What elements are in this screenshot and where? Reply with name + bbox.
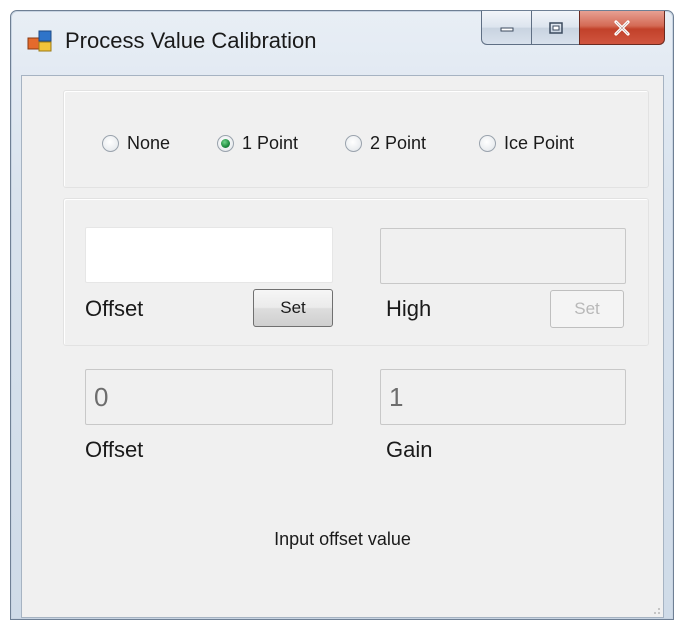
radio-1-point-indicator — [217, 135, 234, 152]
high-entry-input[interactable] — [380, 228, 626, 284]
offset-entry-label: Offset — [85, 296, 144, 321]
offset-entry-input[interactable] — [85, 227, 333, 283]
maximize-button[interactable] — [531, 11, 579, 45]
set-high-button[interactable]: Set — [550, 290, 624, 328]
radio-1-point-label: 1 Point — [242, 133, 299, 153]
gain-result-field — [380, 369, 626, 425]
radio-ice-point-label: Ice Point — [504, 133, 575, 153]
radio-1-point[interactable]: 1 Point — [217, 133, 298, 154]
offset-result-field — [85, 369, 333, 425]
high-entry-label: High — [386, 296, 432, 321]
radio-2-point[interactable]: 2 Point — [345, 133, 426, 154]
calibration-window: Process Value Calibration None 1 Point 2… — [10, 10, 674, 620]
calibration-mode-group: None 1 Point 2 Point Ice Point — [63, 90, 649, 188]
caption-buttons — [481, 11, 665, 47]
radio-none[interactable]: None — [102, 133, 170, 154]
radio-2-point-indicator — [345, 135, 362, 152]
dialog-client-area: None 1 Point 2 Point Ice Point Offset Se… — [21, 75, 664, 618]
resize-grip-icon[interactable] — [649, 603, 661, 615]
radio-none-label: None — [127, 133, 171, 153]
app-window-icon — [27, 30, 52, 52]
radio-none-indicator — [102, 135, 119, 152]
radio-2-point-label: 2 Point — [370, 133, 427, 153]
maximize-icon — [548, 21, 563, 34]
close-button[interactable] — [579, 11, 665, 45]
window-title: Process Value Calibration — [65, 28, 317, 53]
calibration-mode-options: None 1 Point 2 Point Ice Point — [64, 91, 648, 187]
status-message: Input offset value — [274, 529, 411, 549]
set-offset-button[interactable]: Set — [253, 289, 333, 327]
offset-result-label: Offset — [85, 437, 144, 462]
minimize-button[interactable] — [481, 11, 531, 45]
minimize-icon — [500, 27, 513, 31]
radio-ice-point[interactable]: Ice Point — [479, 133, 574, 154]
close-icon — [614, 19, 630, 36]
gain-result-label: Gain — [386, 437, 433, 462]
radio-ice-point-indicator — [479, 135, 496, 152]
title-bar[interactable]: Process Value Calibration — [11, 11, 673, 75]
